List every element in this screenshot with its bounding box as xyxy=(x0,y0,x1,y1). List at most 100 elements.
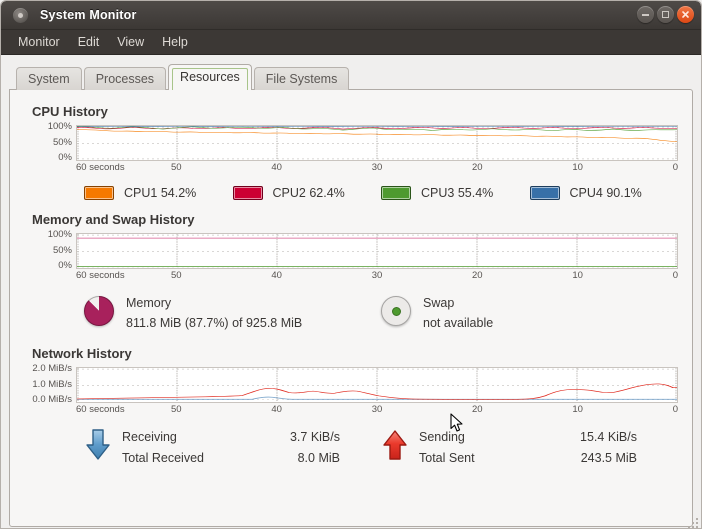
tab-system-label: System xyxy=(28,72,70,86)
cpu-y-tick-50: 50% xyxy=(52,137,72,148)
tab-system[interactable]: System xyxy=(16,67,82,90)
cpu-history-title: CPU History xyxy=(32,104,108,119)
sending-legend-item[interactable]: Sending 15.4 KiB/s Total Sent 243.5 MiB xyxy=(381,427,678,469)
cpu-legend-item-cpu2[interactable]: CPU2 62.4% xyxy=(232,186,382,200)
network-x-axis: 60 seconds 50 40 30 20 10 0 xyxy=(76,404,678,418)
tab-resources[interactable]: Resources xyxy=(168,64,252,90)
cpu-y-tick-0: 0% xyxy=(58,152,72,163)
window-body: System Processes Resources File Systems … xyxy=(1,55,701,528)
memory-y-tick-50: 50% xyxy=(52,245,72,256)
memory-x-tick-10: 10 xyxy=(572,270,583,281)
memory-pie-chart xyxy=(84,296,114,326)
memory-x-tick-30: 30 xyxy=(371,270,383,281)
sending-rate: 15.4 KiB/s xyxy=(580,430,637,444)
cpu2-color-swatch xyxy=(232,186,263,200)
swap-label: Swap xyxy=(423,296,455,310)
cpu2-label: CPU2 62.4% xyxy=(272,186,345,200)
receiving-legend-item[interactable]: Receiving 3.7 KiB/s Total Received 8.0 M… xyxy=(84,427,381,469)
maximize-button[interactable] xyxy=(657,6,674,23)
cpu-y-tick-100: 100% xyxy=(47,121,72,132)
network-x-tick-10: 10 xyxy=(572,404,583,415)
receiving-label: Receiving xyxy=(122,430,177,444)
cpu-legend-item-cpu3[interactable]: CPU3 55.4% xyxy=(381,186,530,200)
memory-y-tick-0: 0% xyxy=(58,260,72,271)
cpu-x-tick-40: 40 xyxy=(271,162,282,173)
tab-processes-label: Processes xyxy=(95,72,155,86)
network-x-tick-0: 0 xyxy=(672,404,678,415)
total-received-value: 8.0 MiB xyxy=(297,451,340,465)
menu-view[interactable]: View xyxy=(108,33,153,51)
memory-x-axis: 60 seconds 50 40 30 20 10 0 xyxy=(76,270,678,284)
menu-edit[interactable]: Edit xyxy=(69,33,109,51)
memory-x-tick-40: 40 xyxy=(271,270,282,281)
tab-file-systems[interactable]: File Systems xyxy=(253,67,350,90)
cpu1-color-swatch xyxy=(84,186,114,200)
cpu-x-tick-30: 30 xyxy=(371,162,383,173)
network-plot-wrap: 60 seconds 50 40 30 20 10 0 xyxy=(76,367,678,418)
cpu-plot xyxy=(76,125,678,161)
resize-grip[interactable] xyxy=(685,515,698,528)
cpu-x-tick-20: 20 xyxy=(471,162,483,173)
memory-x-tick-50: 50 xyxy=(170,270,182,281)
window-title: System Monitor xyxy=(40,8,137,22)
memory-label: Memory xyxy=(126,296,172,310)
title-bar: System Monitor xyxy=(1,1,701,30)
cpu-x-tick-0: 0 xyxy=(672,162,678,173)
network-x-tick-60: 60 seconds xyxy=(76,404,125,415)
total-sent-label: Total Sent xyxy=(419,451,475,465)
menu-monitor[interactable]: Monitor xyxy=(9,33,69,51)
memory-history-graph: 100% 50% 0% 60 seconds 50 40 30 20 10 0 xyxy=(24,229,678,284)
system-monitor-icon xyxy=(13,7,28,23)
resources-panel: CPU History 100% 50% 0% 60 seconds 50 40… xyxy=(9,89,693,527)
down-arrow-icon xyxy=(86,429,110,460)
cpu-legend-item-cpu1[interactable]: CPU1 54.2% xyxy=(84,186,233,200)
cpu-plot-svg xyxy=(77,126,677,160)
memory-plot-wrap: 60 seconds 50 40 30 20 10 0 xyxy=(76,233,678,284)
cpu3-label: CPU3 55.4% xyxy=(421,186,494,200)
network-y-tick-2: 2.0 MiB/s xyxy=(32,363,72,374)
tab-bar: System Processes Resources File Systems xyxy=(9,64,693,90)
network-history-title: Network History xyxy=(32,346,132,361)
network-legend: Receiving 3.7 KiB/s Total Received 8.0 M… xyxy=(84,427,678,469)
memory-x-tick-20: 20 xyxy=(471,270,483,281)
swap-pie-chart xyxy=(381,296,411,326)
network-history-graph: 2.0 MiB/s 1.0 MiB/s 0.0 MiB/s 60 seconds… xyxy=(24,363,678,418)
cpu4-color-swatch xyxy=(529,186,560,200)
close-button[interactable] xyxy=(677,6,694,23)
menu-help[interactable]: Help xyxy=(153,33,197,51)
network-x-tick-20: 20 xyxy=(471,404,483,415)
network-x-tick-30: 30 xyxy=(371,404,383,415)
cpu3-line xyxy=(77,126,677,132)
memory-plot-svg xyxy=(77,234,677,268)
memory-swap-legend: Memory 811.8 MiB (87.7%) of 925.8 MiB Sw… xyxy=(84,294,678,334)
cpu-x-tick-60: 60 seconds xyxy=(76,162,125,173)
swap-legend-item[interactable]: Swap not available xyxy=(381,294,678,334)
network-plot-svg xyxy=(77,368,677,402)
minimize-button[interactable] xyxy=(637,6,654,23)
swap-value: not available xyxy=(423,316,494,330)
tab-resources-label: Resources xyxy=(180,70,240,84)
close-icon xyxy=(682,11,689,18)
memory-plot xyxy=(76,233,678,269)
memory-legend-item[interactable]: Memory 811.8 MiB (87.7%) of 925.8 MiB xyxy=(84,294,381,334)
tab-processes[interactable]: Processes xyxy=(83,67,167,90)
network-plot xyxy=(76,367,678,403)
cpu1-label: CPU1 54.2% xyxy=(124,186,197,200)
network-y-tick-0: 0.0 MiB/s xyxy=(32,394,72,405)
network-x-tick-50: 50 xyxy=(170,404,182,415)
window-controls xyxy=(637,6,694,23)
tab-file-systems-label: File Systems xyxy=(265,72,338,86)
total-sent-value: 243.5 MiB xyxy=(580,451,637,465)
receiving-rate: 3.7 KiB/s xyxy=(289,430,340,444)
cpu-x-axis: 60 seconds 50 40 30 20 10 0 xyxy=(76,162,678,176)
cpu-legend-item-cpu4[interactable]: CPU4 90.1% xyxy=(529,186,679,200)
cpu-plot-wrap: 60 seconds 50 40 30 20 10 0 xyxy=(76,125,678,176)
memory-y-tick-100: 100% xyxy=(47,229,72,240)
network-x-tick-40: 40 xyxy=(271,404,282,415)
system-monitor-window: System Monitor Monitor Edit View Help Sy… xyxy=(0,0,702,529)
cpu-x-tick-50: 50 xyxy=(170,162,182,173)
total-received-label: Total Received xyxy=(122,451,204,465)
memory-x-tick-60: 60 seconds xyxy=(76,270,125,281)
cpu-history-graph: 100% 50% 0% 60 seconds 50 40 30 20 10 0 xyxy=(24,121,678,176)
up-arrow-icon xyxy=(383,430,407,460)
